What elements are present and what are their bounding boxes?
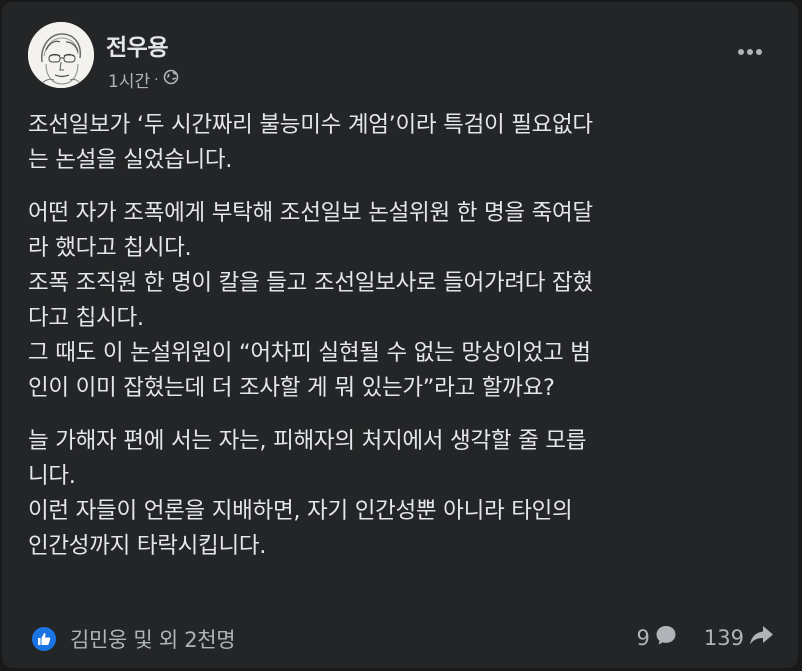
text-line: 늘 가해자 편에 서는 자는, 피해자의 처지에서 생각할 줄 모릅 xyxy=(28,428,587,454)
avatar[interactable] xyxy=(28,22,94,88)
text-line: 조선일보가 ‘두 시간짜리 불능미수 계엄’이라 특검이 필요없다 xyxy=(28,112,593,138)
text-line: 어떤 자가 조폭에게 부탁해 조선일보 논설위원 한 명을 죽여달 xyxy=(28,200,593,226)
text-line: 그 때도 이 논설위원이 “어차피 실현될 수 없는 망상이었고 범 xyxy=(28,340,591,366)
author-name[interactable]: 전우용 xyxy=(106,28,168,62)
post-time[interactable]: 1시간 xyxy=(108,67,150,92)
more-horizontal-icon[interactable] xyxy=(732,40,768,64)
separator-dot: · xyxy=(154,71,159,88)
text-line: 인간성까지 타락시킵니다. xyxy=(28,533,267,559)
share-icon xyxy=(748,624,774,651)
globe-icon[interactable] xyxy=(163,69,179,90)
post-footer: 김민웅 및 외 2천명 9 139 xyxy=(32,622,774,658)
post-card: 전우용 1시간 · 조선일보가 ‘두 시간짜리 불능미수 계엄’이라 특검이 필… xyxy=(2,2,798,668)
comments-stat[interactable]: 9 xyxy=(637,624,678,651)
comment-icon xyxy=(654,624,678,651)
post-body: 조선일보가 ‘두 시간짜리 불능미수 계엄’이라 특검이 필요없다 는 논설을 … xyxy=(28,108,778,582)
text-line: 니다. xyxy=(28,463,76,489)
engagement-stats: 9 139 xyxy=(637,624,774,651)
post-paragraph-3: 늘 가해자 편에 서는 자는, 피해자의 처지에서 생각할 줄 모릅 니다. 이… xyxy=(28,424,778,564)
post-header: 전우용 1시간 · xyxy=(28,22,768,92)
text-line: 이런 자들이 언론을 지배하면, 자기 인간성뿐 아니라 타인의 xyxy=(28,498,573,524)
text-line: 조폭 조직원 한 명이 칼을 들고 조선일보사로 들어가려다 잡혔 xyxy=(28,270,593,296)
reactions-text[interactable]: 김민웅 및 외 2천명 xyxy=(70,624,236,654)
post-meta: 1시간 · xyxy=(108,67,179,92)
text-line: 는 논설을 실었습니다. xyxy=(28,147,233,173)
post-paragraph-1: 조선일보가 ‘두 시간짜리 불능미수 계엄’이라 특검이 필요없다 는 논설을 … xyxy=(28,108,778,178)
shares-stat[interactable]: 139 xyxy=(704,624,774,651)
like-reaction-icon[interactable] xyxy=(32,627,56,651)
shares-count: 139 xyxy=(703,625,744,650)
text-line: 다고 칩시다. xyxy=(28,305,144,331)
text-line: 라 했다고 칩시다. xyxy=(28,235,192,261)
text-line: 인이 이미 잡혔는데 더 조사할 게 뭐 있는가”라고 할까요? xyxy=(28,375,555,401)
comments-count: 9 xyxy=(636,625,650,650)
post-paragraph-2: 어떤 자가 조폭에게 부탁해 조선일보 논설위원 한 명을 죽여달 라 했다고 … xyxy=(28,196,778,406)
